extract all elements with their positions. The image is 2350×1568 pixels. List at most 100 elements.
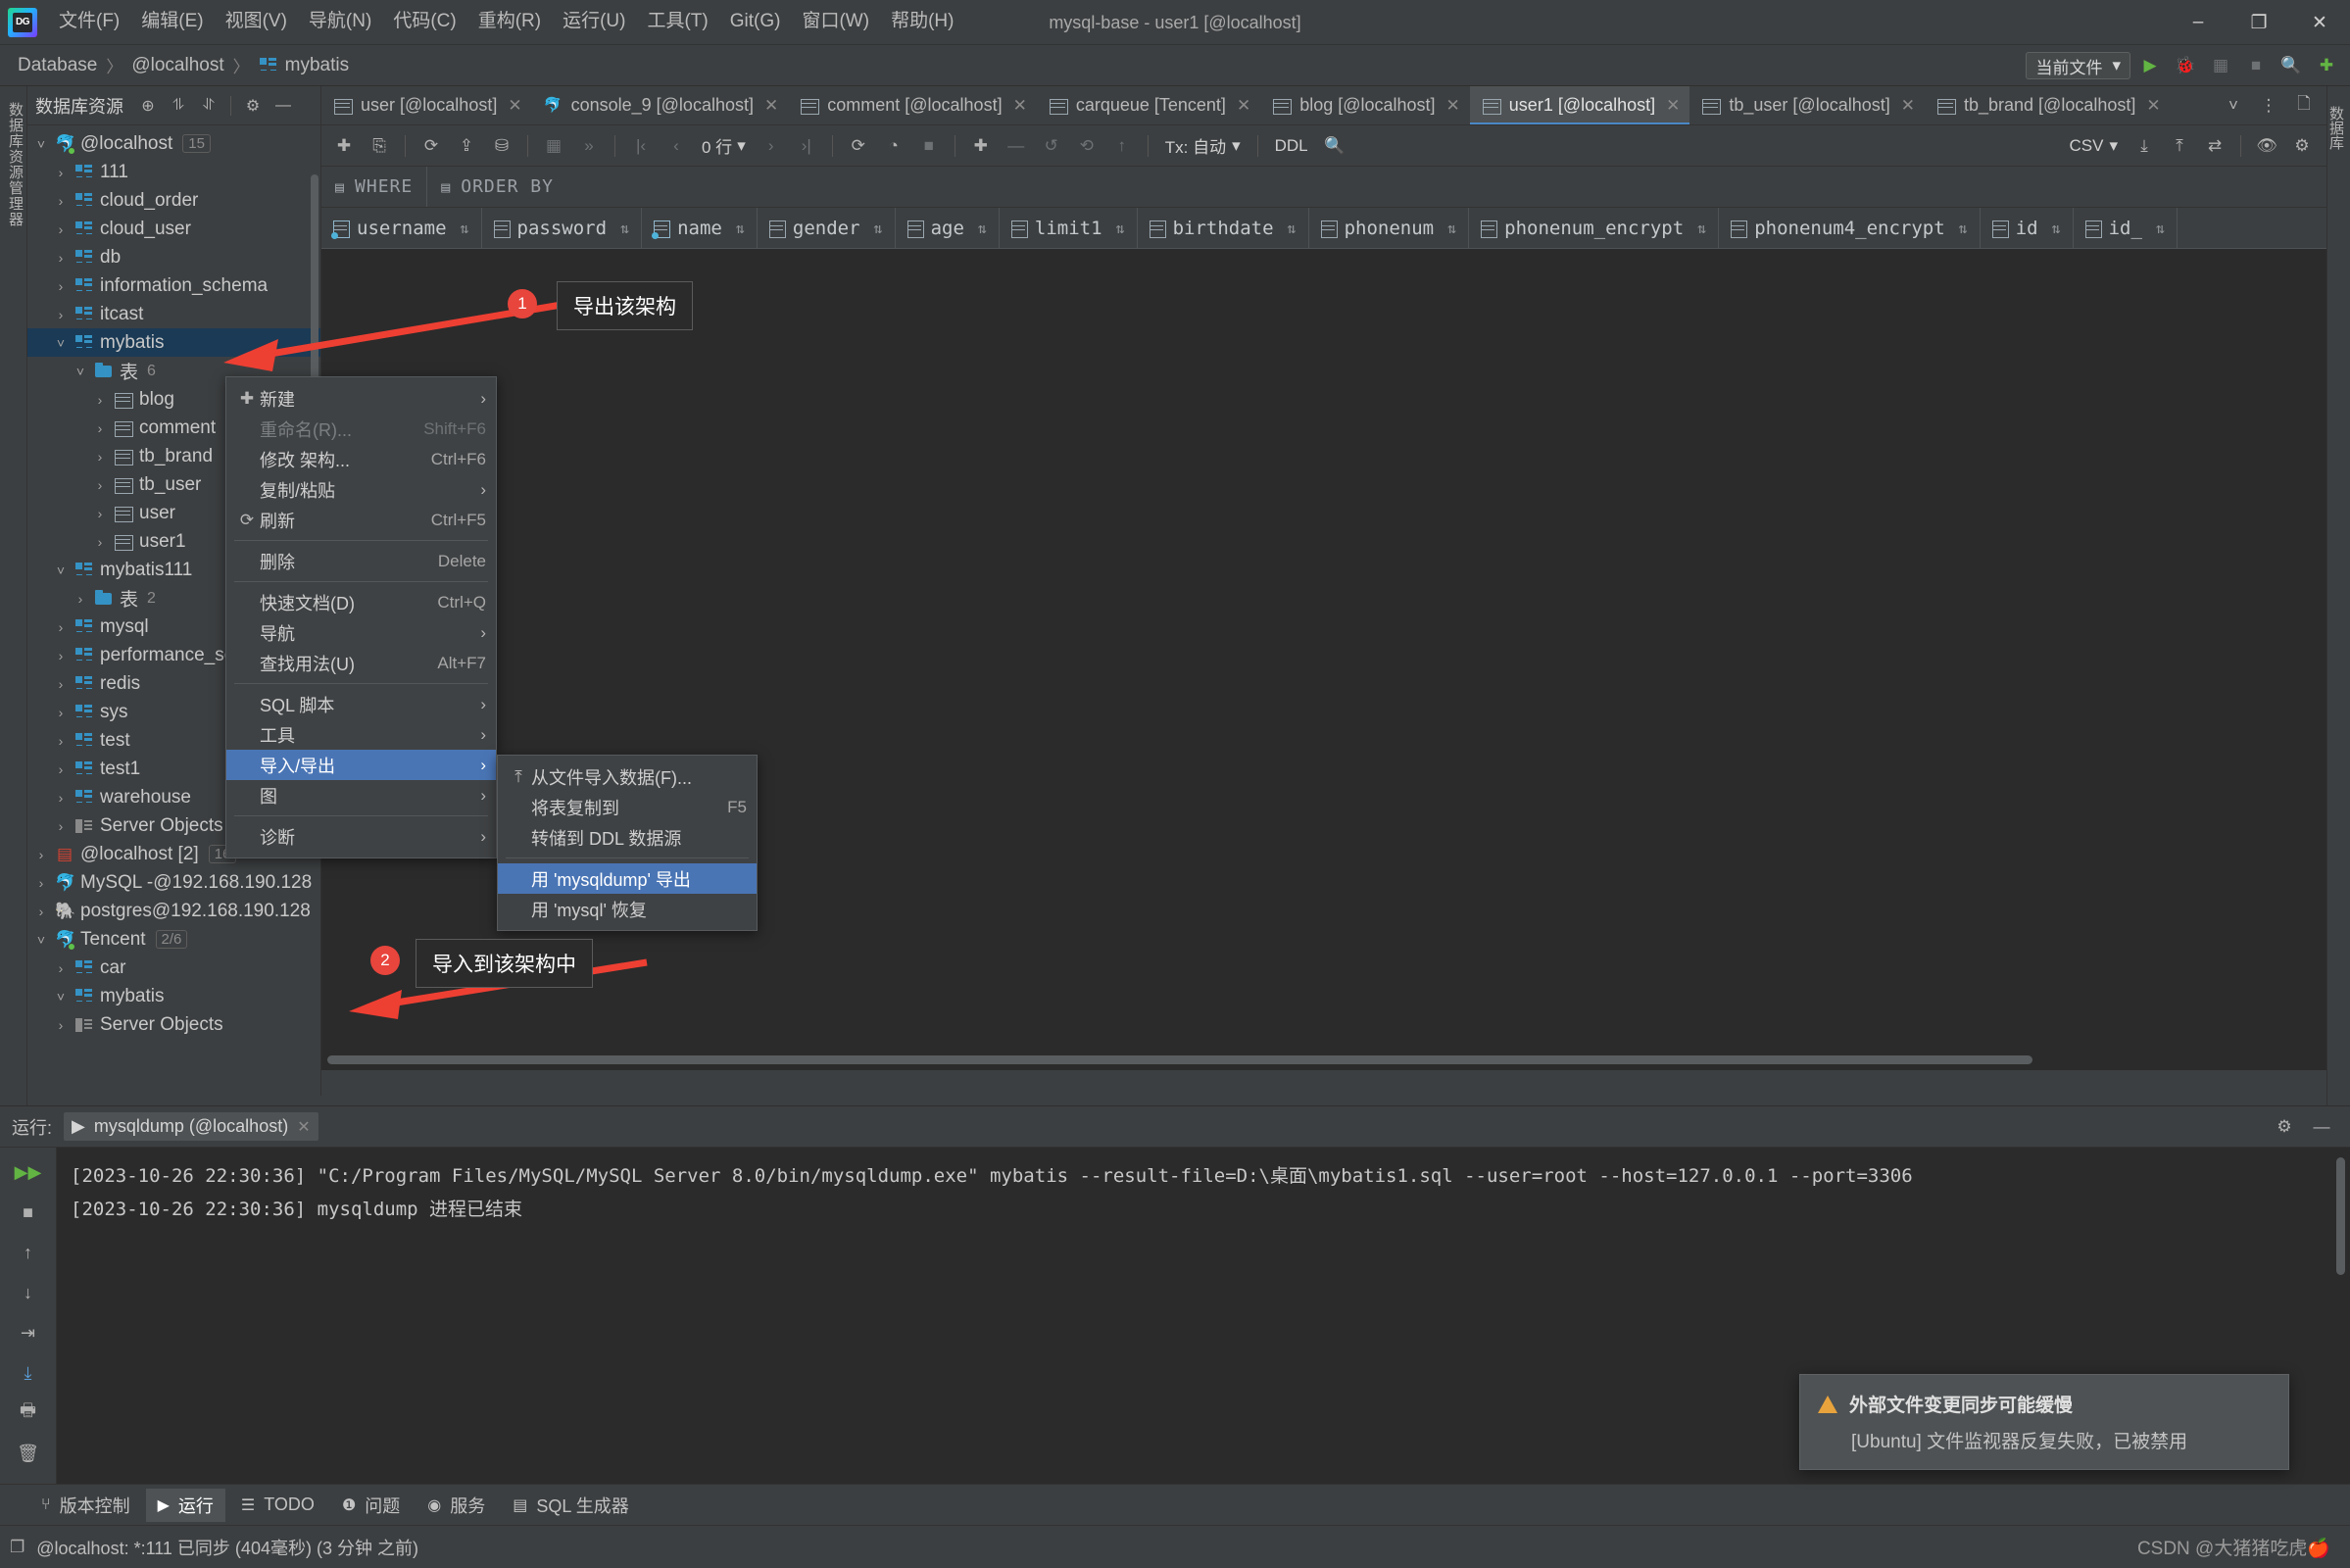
column-header-phonenum4_encrypt[interactable]: phonenum4_encrypt ⇅ bbox=[1719, 208, 1981, 248]
editor-tab-console_9[interactable]: 🐬 console_9 [@localhost] ✕ bbox=[532, 86, 789, 124]
search-everywhere-icon[interactable]: 🔍 bbox=[2276, 51, 2307, 80]
menu-item-[interactable]: 将表复制到 F5 bbox=[498, 792, 757, 822]
sort-toggle-icon[interactable]: ⇅ bbox=[2052, 220, 2061, 237]
editor-tab-blog[interactable]: blog [@localhost] ✕ bbox=[1260, 86, 1470, 124]
tree-node-db[interactable]: › db bbox=[27, 243, 320, 271]
menu-item-[interactable]: 图 › bbox=[226, 780, 496, 810]
menu-git[interactable]: Git(G) bbox=[720, 7, 791, 37]
menu-navigate[interactable]: 导航(N) bbox=[299, 7, 381, 37]
breadcrumb-mybatis[interactable]: mybatis bbox=[253, 53, 355, 78]
chevron-right-icon[interactable]: › bbox=[92, 477, 108, 493]
export-format-selector[interactable]: CSV ▾ bbox=[2061, 136, 2126, 156]
chevron-right-icon[interactable]: › bbox=[53, 278, 69, 294]
menu-item-sql[interactable]: SQL 脚本 › bbox=[226, 689, 496, 719]
column-header-id_[interactable]: id_ ⇅ bbox=[2074, 208, 2178, 248]
tab-list-dropdown[interactable]: ˅ bbox=[2217, 90, 2250, 122]
sort-toggle-icon[interactable]: ⇅ bbox=[978, 220, 987, 237]
minimize-button[interactable]: – bbox=[2168, 0, 2228, 45]
menu-item-[interactable]: 修改 架构... Ctrl+F6 bbox=[226, 444, 496, 474]
column-header-username[interactable]: username ⇅ bbox=[321, 208, 482, 248]
chevron-right-icon[interactable]: › bbox=[53, 648, 69, 663]
sort-toggle-icon[interactable]: ⇅ bbox=[736, 220, 745, 237]
sort-toggle-icon[interactable]: ⇅ bbox=[2156, 220, 2165, 237]
preview-icon[interactable]: 👁 bbox=[2250, 130, 2283, 162]
menu-item-[interactable]: 诊断 › bbox=[226, 821, 496, 852]
hide-panel-icon[interactable]: — bbox=[2305, 1111, 2338, 1143]
editor-tab-carqueue[interactable]: carqueue [Tencent] ✕ bbox=[1037, 86, 1260, 124]
menu-item-f[interactable]: ⤒ 从文件导入数据(F)... bbox=[498, 761, 757, 792]
column-header-limit1[interactable]: limit1 ⇅ bbox=[1000, 208, 1138, 248]
left-strip-db-explorer-label[interactable]: 数据库资源管理器 bbox=[5, 102, 25, 227]
refresh-icon[interactable]: ⟳ bbox=[415, 130, 448, 162]
menu-item-[interactable]: 删除 Delete bbox=[226, 546, 496, 576]
clear-all-icon[interactable]: 🗑 bbox=[12, 1439, 45, 1468]
import-export-submenu[interactable]: ⤒ 从文件导入数据(F)... 将表复制到 F5 转储到 DDL 数据源用 'mysql… bbox=[497, 755, 758, 931]
menu-item-[interactable]: ✚ 新建 › bbox=[226, 383, 496, 414]
tool-window-button-3[interactable]: ❶ 问题 bbox=[330, 1489, 412, 1522]
hide-panel-icon[interactable]: — bbox=[269, 92, 297, 120]
page-size-icon[interactable]: ◔ bbox=[877, 130, 910, 162]
column-header-phonenum[interactable]: phonenum ⇅ bbox=[1309, 208, 1470, 248]
tree-node-cloud_order[interactable]: › cloud_order bbox=[27, 186, 320, 215]
editor-tab-tb_brand[interactable]: tb_brand [@localhost] ✕ bbox=[1925, 86, 2171, 124]
menu-view[interactable]: 视图(V) bbox=[216, 7, 297, 37]
close-button[interactable]: ✕ bbox=[2289, 0, 2350, 45]
debug-button[interactable]: 🐞 bbox=[2170, 51, 2201, 80]
close-icon[interactable]: ✕ bbox=[508, 96, 521, 116]
tree-node-postgres-192-168-190-128[interactable]: › 🐘 postgres@192.168.190.128 bbox=[27, 897, 320, 925]
next-occurrence-icon[interactable]: ↓ bbox=[12, 1278, 45, 1307]
column-header-phonenum_encrypt[interactable]: phonenum_encrypt ⇅ bbox=[1469, 208, 1720, 248]
sort-toggle-icon[interactable]: ⇅ bbox=[1447, 220, 1456, 237]
cancel-query-icon[interactable]: ■ bbox=[912, 130, 946, 162]
sort-toggle-icon[interactable]: ⇅ bbox=[874, 220, 883, 237]
sort-toggle-icon[interactable]: ⇅ bbox=[461, 220, 469, 237]
editor-tab-user[interactable]: user [@localhost] ✕ bbox=[321, 86, 532, 124]
menu-item-d[interactable]: 快速文档(D) Ctrl+Q bbox=[226, 587, 496, 617]
tree-node-mybatis[interactable]: ˅ mybatis bbox=[27, 328, 320, 357]
sort-toggle-icon[interactable]: ⇅ bbox=[1288, 220, 1297, 237]
menu-item-[interactable]: 导入/导出 › bbox=[226, 750, 496, 780]
column-header-birthdate[interactable]: birthdate ⇅ bbox=[1138, 208, 1309, 248]
prev-page-icon[interactable]: ‹ bbox=[660, 130, 693, 162]
transaction-mode-selector[interactable]: Tx: 自动 ▾ bbox=[1157, 133, 1248, 158]
breadcrumb-localhost[interactable]: @localhost bbox=[125, 53, 229, 78]
data-grid-body[interactable] bbox=[321, 249, 2326, 1070]
expand-all-icon[interactable]: ⥮ bbox=[165, 92, 192, 120]
add-button[interactable]: ✚ bbox=[2311, 51, 2342, 80]
scope-selector[interactable]: 当前文件 ▾ bbox=[2026, 52, 2130, 79]
chevron-down-icon[interactable]: ˅ bbox=[73, 364, 88, 379]
editor-tab-comment[interactable]: comment [@localhost] ✕ bbox=[788, 86, 1037, 124]
sort-toggle-icon[interactable]: ⇅ bbox=[620, 220, 629, 237]
menu-tools[interactable]: 工具(T) bbox=[637, 7, 717, 37]
right-strip-database-label[interactable]: 数据库 bbox=[2326, 106, 2346, 150]
scroll-from-source-icon[interactable]: ⊕ bbox=[134, 92, 162, 120]
menu-edit[interactable]: 编辑(E) bbox=[131, 7, 213, 37]
tree-node-car[interactable]: › car bbox=[27, 954, 320, 982]
run-configuration-tab[interactable]: ▶ mysqldump (@localhost) ✕ bbox=[64, 1112, 318, 1141]
context-menu[interactable]: ✚ 新建 › 重命名(R)... Shift+F6 修改 架构... Ctrl+F6 复制/粘… bbox=[225, 376, 497, 858]
tree-node-information_schema[interactable]: › information_schema bbox=[27, 271, 320, 300]
menu-item-u[interactable]: 查找用法(U) Alt+F7 bbox=[226, 648, 496, 678]
scroll-to-end-icon[interactable]: ⤓ bbox=[12, 1358, 45, 1388]
notification-popup[interactable]: 外部文件变更同步可能缓慢 [Ubuntu] 文件监视器反复失败，已被禁用 bbox=[1799, 1374, 2289, 1470]
submit-icon[interactable]: ⇪ bbox=[450, 130, 483, 162]
chevron-down-icon[interactable]: ˅ bbox=[33, 932, 49, 948]
add-row-icon[interactable]: ✚ bbox=[327, 130, 361, 162]
tree-node-server-objects[interactable]: › Server Objects bbox=[27, 1010, 320, 1039]
chevron-right-icon[interactable]: › bbox=[53, 761, 69, 777]
tool-window-button-0[interactable]: ⑂ 版本控制 bbox=[29, 1489, 142, 1522]
chevron-right-icon[interactable]: › bbox=[53, 705, 69, 720]
close-icon[interactable]: ✕ bbox=[1901, 96, 1915, 116]
column-header-password[interactable]: password ⇅ bbox=[482, 208, 643, 248]
sort-toggle-icon[interactable]: ⇅ bbox=[1116, 220, 1125, 237]
close-icon[interactable]: ✕ bbox=[764, 96, 778, 116]
chevron-right-icon[interactable]: › bbox=[53, 165, 69, 180]
soft-wrap-icon[interactable]: ⇥ bbox=[12, 1318, 45, 1348]
rows-count[interactable]: 0 行 ▾ bbox=[695, 133, 753, 158]
close-icon[interactable]: ✕ bbox=[1446, 96, 1460, 116]
chevron-down-icon[interactable]: ˅ bbox=[33, 136, 49, 152]
chevron-right-icon[interactable]: › bbox=[92, 449, 108, 465]
chevron-right-icon[interactable]: › bbox=[53, 307, 69, 322]
more-options-icon[interactable]: » bbox=[572, 130, 606, 162]
chevron-right-icon[interactable]: › bbox=[53, 676, 69, 692]
